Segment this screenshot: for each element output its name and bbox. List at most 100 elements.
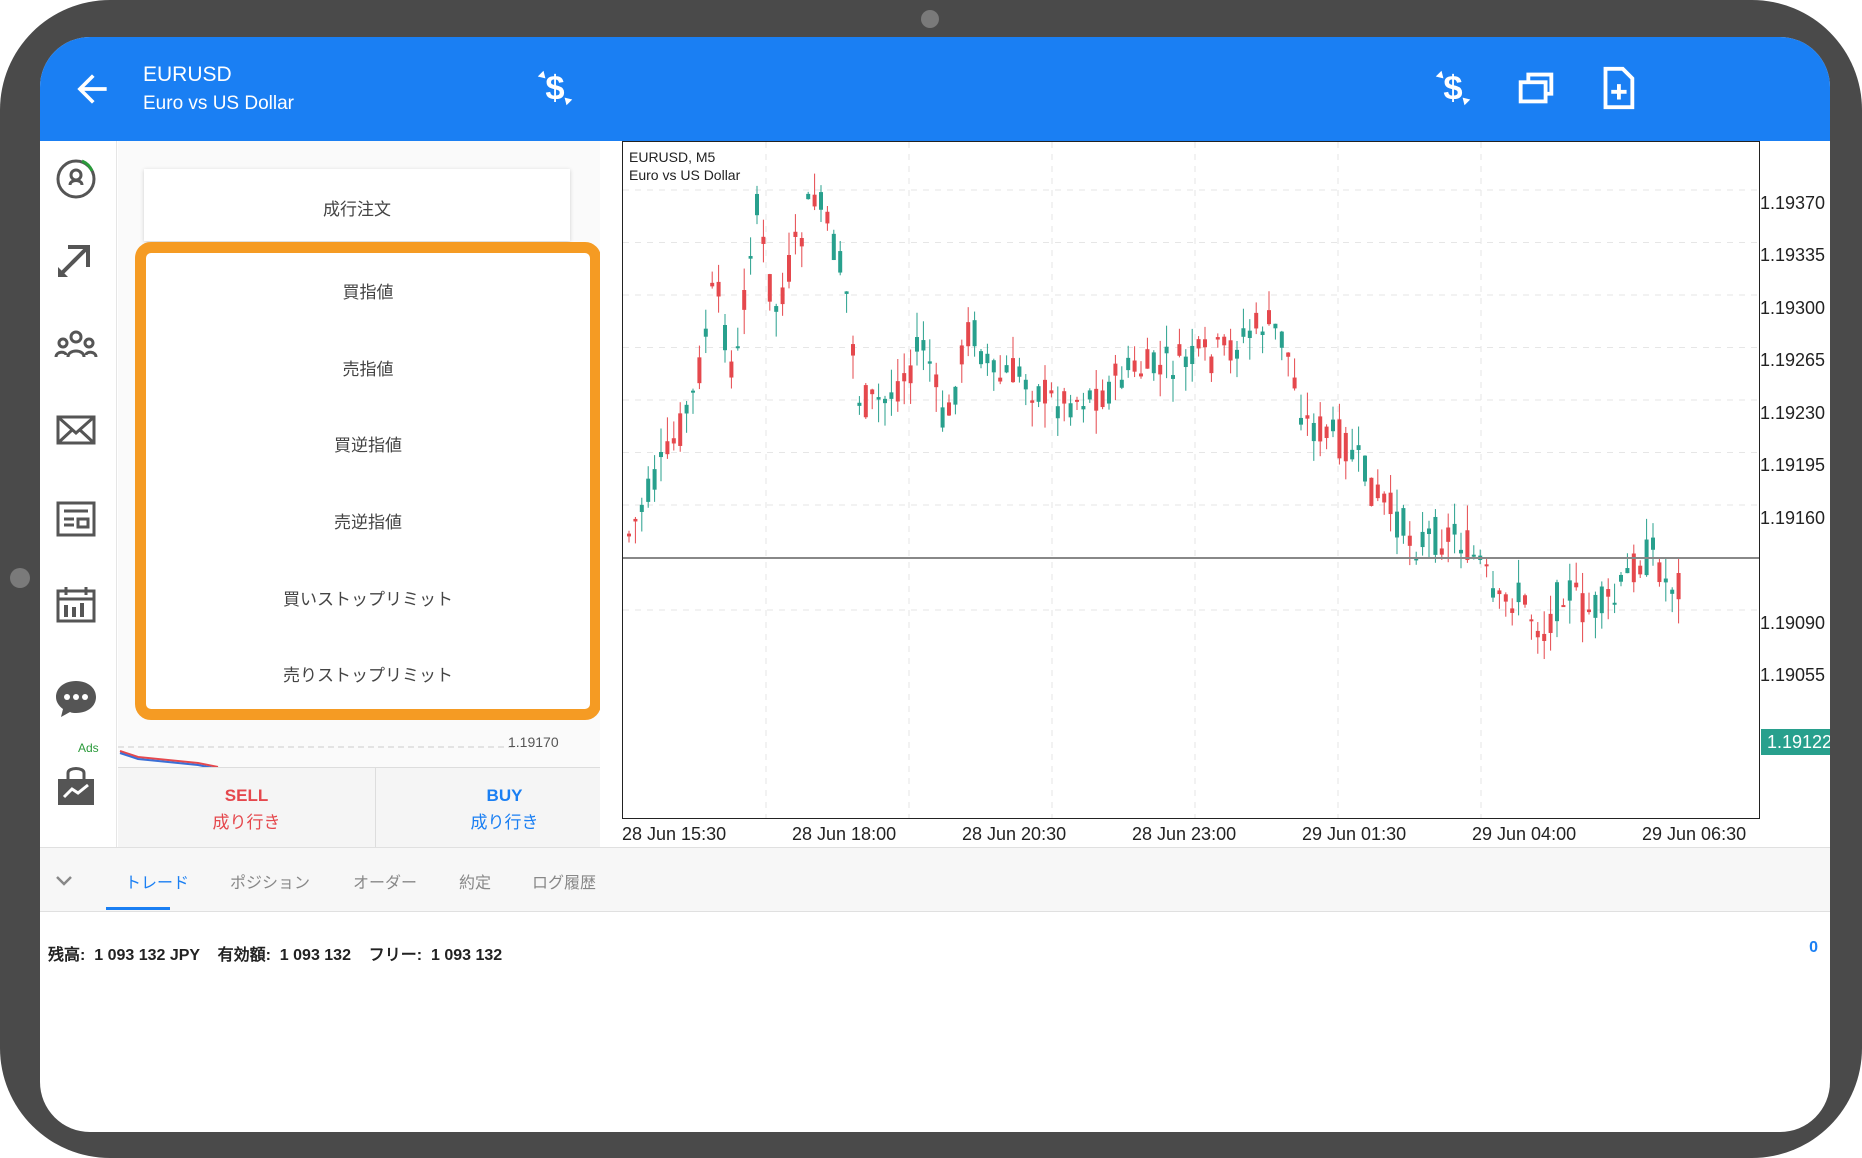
candle-body	[1100, 390, 1105, 408]
sell-limit-item[interactable]: 売指値	[146, 355, 590, 380]
candle-body	[1215, 337, 1220, 340]
nav-market[interactable]	[48, 759, 104, 815]
candle-body	[1017, 366, 1022, 377]
candle-body	[1388, 492, 1393, 515]
candle-body	[1087, 390, 1092, 400]
candle-body	[979, 351, 983, 365]
candle-body	[921, 340, 926, 351]
window-icon[interactable]	[1513, 65, 1559, 111]
chart-frame: EURUSD, M5 Euro vs US Dollar	[622, 141, 1760, 819]
sell-sublabel: 成り行き	[212, 813, 281, 832]
chevron-down-icon[interactable]	[54, 870, 74, 890]
candle-body	[1049, 390, 1054, 394]
candle-body	[1075, 399, 1079, 402]
sell-label: SELL	[224, 786, 269, 805]
new-order-icon[interactable]	[1594, 65, 1640, 111]
candle-body	[646, 478, 651, 502]
tab-orders[interactable]: オーダー	[353, 869, 417, 893]
candle-body	[1222, 336, 1227, 346]
candle-body	[1542, 633, 1547, 642]
chat-icon	[56, 681, 96, 717]
app-bar: EURUSD Euro vs US Dollar $ $	[40, 37, 1830, 141]
candle-body	[1516, 582, 1521, 603]
candle-body	[1567, 580, 1572, 601]
candle-body	[1094, 388, 1099, 411]
candle-body	[1638, 565, 1643, 575]
candle-body	[748, 256, 753, 259]
candle-body	[1382, 493, 1387, 503]
candle-body	[1452, 523, 1457, 535]
mail-icon	[56, 415, 96, 445]
back-arrow-icon[interactable]	[70, 67, 114, 111]
trade-dollar-icon[interactable]: $	[532, 65, 578, 111]
candle-body	[1523, 595, 1527, 605]
candle-body	[1151, 352, 1156, 374]
candle-body	[934, 374, 939, 388]
candle-body	[1260, 331, 1265, 336]
nav-calendar[interactable]	[48, 577, 104, 633]
candle-body	[1395, 511, 1399, 538]
market-bag-icon	[58, 767, 94, 805]
buy-stop-item[interactable]: 買逆指値	[146, 431, 590, 456]
price-chart[interactable]: EURUSD, M5 Euro vs US Dollar 1.19370 1.1…	[600, 141, 1830, 847]
candle-body	[1599, 586, 1604, 614]
sell-stop-limit-item[interactable]: 売りストップリミット	[146, 661, 590, 686]
chart-symbol-timeframe: EURUSD, M5	[629, 149, 716, 165]
candle-body	[1023, 379, 1028, 390]
camera-dot	[921, 10, 939, 28]
buy-label: BUY	[486, 786, 523, 805]
buy-button[interactable]: BUY 成り行き	[376, 768, 633, 848]
sell-button[interactable]: SELL 成り行き	[118, 768, 376, 848]
candle-body	[908, 365, 913, 384]
candle-body	[1164, 346, 1169, 354]
x-tick: 28 Jun 23:00	[1132, 824, 1237, 844]
candle-body	[652, 469, 657, 490]
nav-news[interactable]	[48, 491, 104, 547]
candle-body	[1196, 339, 1201, 349]
candle-body	[1471, 554, 1476, 557]
tab-deals[interactable]: 約定	[459, 869, 491, 893]
candle-body	[831, 233, 836, 261]
tab-positions[interactable]: ポジション	[230, 869, 310, 893]
candle-body	[1446, 527, 1451, 542]
svg-text:$: $	[1443, 70, 1462, 108]
candle-body	[1497, 590, 1502, 595]
nav-quotes[interactable]	[48, 151, 104, 207]
candle-body	[991, 360, 996, 373]
candle-body	[1286, 352, 1291, 357]
y-tick: 1.19090	[1760, 613, 1826, 633]
candle-body	[703, 328, 708, 337]
nav-chat[interactable]	[48, 671, 104, 727]
candle-body	[665, 441, 670, 455]
candle-body	[870, 389, 875, 395]
candle-body	[1279, 331, 1284, 348]
candle-body	[1337, 419, 1342, 459]
market-order-item[interactable]: 成行注文	[144, 169, 570, 241]
nav-mail[interactable]	[48, 403, 104, 459]
candle-body	[985, 353, 990, 364]
pending-order-menu: 買指値 売指値 買逆指値 売逆指値 買いストップリミット 売りストップリミット	[135, 242, 601, 720]
tab-log-history[interactable]: ログ履歴	[532, 869, 596, 893]
candle-body	[966, 322, 971, 347]
candle-body	[1158, 364, 1163, 375]
candle-body	[1119, 379, 1124, 388]
candle-body	[915, 337, 919, 352]
candle-body	[1535, 630, 1540, 638]
candle-body	[627, 533, 631, 537]
tab-trade[interactable]: トレード	[125, 869, 189, 893]
y-tick: 1.19300	[1760, 298, 1826, 318]
nav-community[interactable]	[48, 317, 104, 373]
sell-stop-item[interactable]: 売逆指値	[146, 508, 590, 533]
trade-dollar-icon[interactable]: $	[1430, 65, 1476, 111]
candle-body	[1548, 613, 1553, 633]
candle-body	[1503, 594, 1508, 602]
candle-body	[1036, 386, 1041, 402]
candle-body	[659, 452, 663, 458]
candle-body	[1529, 619, 1534, 622]
buy-limit-item[interactable]: 買指値	[146, 278, 590, 303]
y-tick: 1.19055	[1760, 665, 1826, 685]
nav-trade[interactable]	[48, 231, 104, 287]
buy-stop-limit-item[interactable]: 買いストップリミット	[146, 585, 590, 610]
trade-arrows-icon	[58, 245, 90, 277]
candle-body	[1606, 589, 1611, 597]
